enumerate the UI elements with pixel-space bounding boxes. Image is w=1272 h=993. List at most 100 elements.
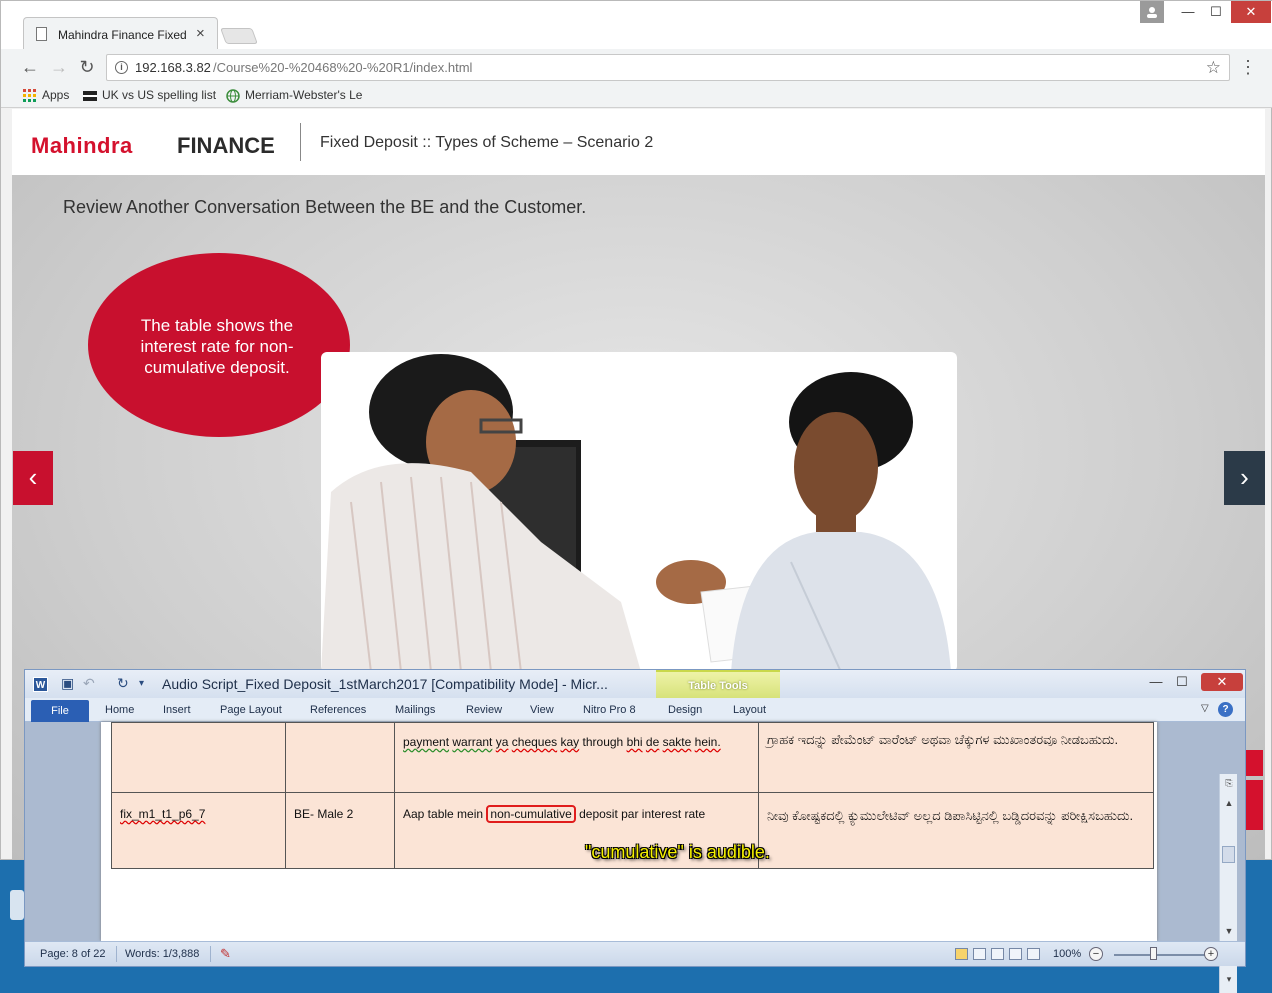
page-count[interactable]: Page: 8 of 22 [40,948,105,960]
instruction-text: Review Another Conversation Between the … [63,197,587,217]
script-word: sakte [662,735,692,749]
help-icon[interactable]: ? [1218,702,1233,717]
status-divider [116,946,117,962]
save-icon[interactable]: ▣ [61,675,74,692]
page-title: Fixed Deposit :: Types of Scheme – Scena… [320,134,654,151]
tab-title: Mahindra Finance Fixed D [58,28,188,42]
proofing-icon[interactable]: ✎ [220,946,231,962]
tab-home[interactable]: Home [105,704,134,716]
tab-file[interactable]: File [31,700,89,722]
forward-arrow-icon[interactable]: → [48,56,70,78]
word-count[interactable]: Words: 1/3,888 [125,948,199,960]
minimize-button[interactable]: — [1173,1,1203,23]
script-pre: Aap table mein [403,807,487,821]
tab-nitro[interactable]: Nitro Pro 8 [583,704,636,716]
tab-layout[interactable]: Layout [733,704,766,716]
tab-review[interactable]: Review [466,704,502,716]
table-cell-id[interactable] [111,722,286,793]
red-side-button[interactable] [1245,750,1263,776]
full-screen-view-icon[interactable] [973,948,986,960]
browser-tab[interactable]: Mahindra Finance Fixed D × [23,17,218,49]
maximize-button[interactable]: ☐ [1201,1,1231,23]
print-layout-view-icon[interactable] [955,948,968,960]
scroll-thumb[interactable] [1222,846,1235,863]
ribbon-collapse-icon[interactable]: ▽ [1201,703,1209,714]
word-close-button[interactable]: ✕ [1201,673,1243,691]
header-divider [300,123,301,161]
bookmarks-bar: Apps UK vs US spelling list Merriam-Webs… [1,84,1272,108]
qat-dropdown-icon[interactable]: ▾ [139,678,144,689]
scroll-down-icon[interactable]: ▼ [1221,926,1237,936]
word-window: W ▣ ↶ ↻ ▾ Audio Script_Fixed Deposit_1st… [24,669,1246,993]
ribbon-tabs: File Home Insert Page Layout References … [25,698,1245,722]
bookmark-label: Apps [42,88,70,102]
zoom-in-icon[interactable]: + [1204,947,1218,961]
browser-toolbar: ← → ↻ i 192.168.3.82 /Course%20-%20468%2… [1,49,1272,84]
tab-close-icon[interactable]: × [196,25,205,42]
tab-references[interactable]: References [310,704,366,716]
bookmark-star-icon[interactable]: ☆ [1206,55,1221,80]
previous-slide-button[interactable]: ‹ [13,451,53,505]
document-area: payment warrant ya cheques kay through b… [25,722,1245,993]
apps-grid-icon [23,88,36,102]
script-word: de [645,735,660,749]
tab-page-layout[interactable]: Page Layout [220,704,282,716]
word-titlebar: W ▣ ↶ ↻ ▾ Audio Script_Fixed Deposit_1st… [25,670,1245,698]
script-word: bhi [626,735,643,749]
ruler-icon[interactable]: ⎘ [1221,778,1237,789]
speech-bubble: The table shows the interest rate for no… [88,253,358,437]
info-icon[interactable]: i [115,61,128,74]
bookmark-label: Merriam-Webster's Le [245,88,363,102]
script-word: through [582,735,624,749]
tab-design[interactable]: Design [668,704,702,716]
zoom-out-icon[interactable]: − [1089,947,1103,961]
table-cell-kannada[interactable]: ಗ್ರಾಹಕ ಇದನ್ನು ಪೇಮೆಂಟ್ ವಾರೆಂಟ್ ಅಥವಾ ಚೆಕ್ಕ… [758,722,1154,793]
zoom-slider[interactable] [1114,954,1206,956]
desktop-icon[interactable] [10,890,24,920]
tab-view[interactable]: View [530,704,554,716]
zoom-level[interactable]: 100% [1053,948,1081,960]
draft-view-icon[interactable] [1027,948,1040,960]
bookmark-apps[interactable]: Apps [23,88,69,103]
table-cell-speaker[interactable]: BE- Male 2 [285,792,395,869]
table-cell-script[interactable]: payment warrant ya cheques kay through b… [394,722,759,793]
zoom-slider-thumb[interactable] [1150,947,1157,960]
close-button[interactable]: ✕ [1231,1,1271,23]
word-minimize-button[interactable]: — [1143,673,1169,691]
tab-mailings[interactable]: Mailings [395,704,435,716]
bookmark-label: UK vs US spelling list [102,88,217,102]
url-path: /Course%20-%20468%20-%20R1/index.html [213,60,473,75]
outline-view-icon[interactable] [1009,948,1022,960]
reload-icon[interactable]: ↻ [76,56,98,78]
red-side-button[interactable] [1245,780,1263,830]
menu-dots-icon[interactable]: ⋮ [1237,56,1259,78]
word-app-icon[interactable]: W [33,677,48,692]
table-cell-kannada[interactable]: ನೀವು ಕೋಷ್ಟಕದಲ್ಲಿ ಕ್ಯುಮುಲೇಟಿವ್ ಅಲ್ಲದ ಡಿಪಾ… [758,792,1154,869]
document-page[interactable]: payment warrant ya cheques kay through b… [101,722,1157,941]
undo-icon[interactable]: ↶ [83,675,95,692]
script-word: ya [495,735,509,749]
globe-icon [226,89,240,103]
next-slide-button[interactable]: › [1224,451,1265,505]
bookmark-spelling[interactable]: UK vs US spelling list [83,88,216,103]
redo-icon[interactable]: ↻ [117,675,129,692]
next-page-icon[interactable]: ▾ [1221,974,1237,985]
logo-mahindra: Mahindra [31,133,133,158]
bubble-text: The table shows the interest rate for no… [140,316,294,377]
web-layout-view-icon[interactable] [991,948,1004,960]
table-tools-label: Table Tools [656,670,780,698]
scroll-up-icon[interactable]: ▲ [1221,798,1237,808]
table-cell-speaker[interactable] [285,722,395,793]
script-word: cheques [511,735,558,749]
address-bar[interactable]: i 192.168.3.82 /Course%20-%20468%20-%20R… [106,54,1230,81]
script-word: warrant [452,735,493,749]
tab-insert[interactable]: Insert [163,704,191,716]
word-document-title: Audio Script_Fixed Deposit_1stMarch2017 … [162,676,608,692]
word-maximize-button[interactable]: ☐ [1169,673,1195,691]
table-cell-id[interactable]: fix_m1_t1_p6_7 [111,792,286,869]
profile-icon[interactable] [1140,1,1164,23]
bookmark-merriam[interactable]: Merriam-Webster's Le [226,88,362,103]
new-tab-button[interactable] [220,28,258,44]
script-word: hein. [694,735,721,749]
back-arrow-icon[interactable]: ← [19,56,41,78]
